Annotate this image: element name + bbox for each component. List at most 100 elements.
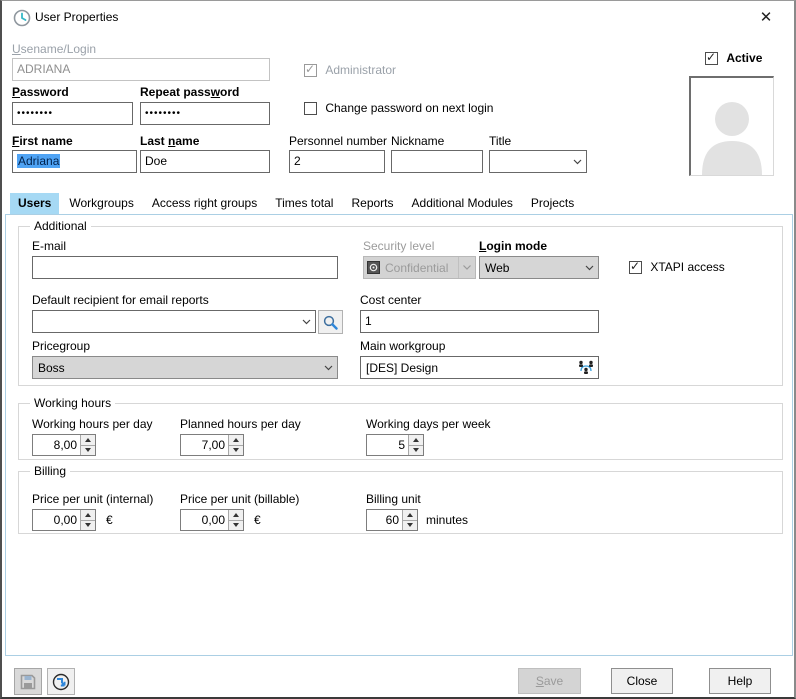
chevron-down-icon xyxy=(458,257,475,278)
first-name-label: First name xyxy=(12,134,73,148)
repeat-password-input[interactable]: •••••••• xyxy=(140,102,270,125)
cost-center-label: Cost center xyxy=(360,293,421,307)
save-toolbar-button[interactable] xyxy=(14,668,42,695)
chevron-down-icon xyxy=(580,265,598,271)
magnifier-icon xyxy=(323,315,338,330)
tab-additional-modules[interactable]: Additional Modules xyxy=(404,193,521,214)
price-billable-currency: € xyxy=(254,513,261,527)
xtapi-checkbox[interactable]: ✓ XTAPI access xyxy=(629,260,725,274)
working-hours-per-day-spinner[interactable]: 8,00 xyxy=(32,434,96,456)
change-password-label: Change password on next login xyxy=(325,101,493,115)
close-button[interactable]: Close xyxy=(611,668,673,694)
xtapi-label: XTAPI access xyxy=(650,260,724,274)
spin-down-icon[interactable] xyxy=(229,520,243,531)
chevron-down-icon xyxy=(568,159,586,165)
billing-unit-suffix: minutes xyxy=(426,513,468,527)
planned-hours-per-day-spinner[interactable]: 7,00 xyxy=(180,434,244,456)
personnel-number-input[interactable]: 2 xyxy=(289,150,385,173)
main-workgroup-input[interactable]: [DES] Design xyxy=(360,356,599,379)
nickname-input[interactable] xyxy=(391,150,483,173)
pricegroup-combo[interactable]: Boss xyxy=(32,356,338,379)
login-toolbar-button[interactable] xyxy=(47,668,75,695)
spin-up-icon[interactable] xyxy=(229,510,243,520)
circle-arrow-icon xyxy=(52,673,70,691)
working-days-per-week-spinner[interactable]: 5 xyxy=(366,434,424,456)
username-input: ADRIANA xyxy=(12,58,270,81)
tab-projects[interactable]: Projects xyxy=(523,193,582,214)
user-properties-dialog: { "window": { "title": "User Properties"… xyxy=(0,0,796,699)
working-hours-per-day-label: Working hours per day xyxy=(32,417,153,431)
spin-down-icon[interactable] xyxy=(409,445,423,456)
spin-up-icon[interactable] xyxy=(229,435,243,445)
app-clock-icon xyxy=(13,9,31,27)
active-label: Active xyxy=(726,51,762,65)
default-recipient-combo[interactable] xyxy=(32,310,316,333)
price-internal-label: Price per unit (internal) xyxy=(32,492,153,506)
email-input[interactable] xyxy=(32,256,338,279)
tab-users[interactable]: Users xyxy=(10,193,59,214)
help-button[interactable]: Help xyxy=(709,668,771,694)
change-password-checkbox[interactable]: ✓ Change password on next login xyxy=(304,101,493,115)
cost-center-input[interactable]: 1 xyxy=(360,310,599,333)
nickname-label: Nickname xyxy=(391,134,444,148)
tab-times-total[interactable]: Times total xyxy=(267,193,341,214)
spin-up-icon[interactable] xyxy=(403,510,417,520)
password-label: Password xyxy=(12,85,69,99)
safe-icon xyxy=(367,261,380,274)
chevron-down-icon xyxy=(319,365,337,371)
billing-unit-spinner[interactable]: 60 xyxy=(366,509,418,531)
additional-group-label: Additional xyxy=(30,219,91,233)
title-select[interactable] xyxy=(489,150,587,173)
price-billable-label: Price per unit (billable) xyxy=(180,492,299,506)
avatar xyxy=(689,76,774,176)
personnel-number-label: Personnel number xyxy=(289,134,387,148)
first-name-selected-text: Adriana xyxy=(17,154,60,168)
close-icon[interactable]: ✕ xyxy=(756,8,776,26)
password-input[interactable]: •••••••• xyxy=(12,102,133,125)
spin-down-icon[interactable] xyxy=(403,520,417,531)
working-days-per-week-label: Working days per week xyxy=(366,417,491,431)
repeat-password-label: Repeat password xyxy=(140,85,239,99)
last-name-input[interactable]: Doe xyxy=(140,150,270,173)
billing-unit-label: Billing unit xyxy=(366,492,421,506)
tab-bar: Users Workgroups Access right groups Tim… xyxy=(10,191,582,214)
working-hours-group-label: Working hours xyxy=(30,396,115,410)
person-silhouette-icon xyxy=(694,91,770,175)
first-name-input[interactable]: Adriana xyxy=(12,150,137,173)
title-bar: User Properties ✕ xyxy=(2,1,794,33)
active-checkbox[interactable]: ✓ Active xyxy=(705,51,762,65)
workgroup-hierarchy-icon[interactable] xyxy=(574,360,598,376)
tab-workgroups[interactable]: Workgroups xyxy=(61,193,141,214)
price-internal-spinner[interactable]: 0,00 xyxy=(32,509,96,531)
planned-hours-per-day-label: Planned hours per day xyxy=(180,417,301,431)
spin-up-icon[interactable] xyxy=(81,510,95,520)
security-level-label: Security level xyxy=(363,239,434,253)
recipient-search-button[interactable] xyxy=(318,310,343,334)
administrator-checkbox: ✓ Administrator xyxy=(304,63,396,77)
tab-reports[interactable]: Reports xyxy=(343,193,401,214)
pricegroup-label: Pricegroup xyxy=(32,339,90,353)
spin-up-icon[interactable] xyxy=(409,435,423,445)
price-billable-spinner[interactable]: 0,00 xyxy=(180,509,244,531)
spin-down-icon[interactable] xyxy=(81,445,95,456)
default-recipient-label: Default recipient for email reports xyxy=(32,293,209,307)
security-level-value: Confidential xyxy=(380,261,458,275)
last-name-label: Last name xyxy=(140,134,199,148)
save-button: Save xyxy=(518,668,581,694)
username-label: Usename/Login xyxy=(12,42,96,56)
login-mode-combo[interactable]: Web xyxy=(479,256,599,279)
spin-down-icon[interactable] xyxy=(229,445,243,456)
administrator-label: Administrator xyxy=(325,63,396,77)
login-mode-label: Login mode xyxy=(479,239,547,253)
chevron-down-icon xyxy=(297,319,315,325)
security-level-combo: Confidential xyxy=(363,256,476,279)
spin-down-icon[interactable] xyxy=(81,520,95,531)
billing-group-label: Billing xyxy=(30,464,70,478)
tab-access-right-groups[interactable]: Access right groups xyxy=(144,193,265,214)
main-workgroup-label: Main workgroup xyxy=(360,339,445,353)
floppy-save-icon xyxy=(20,674,36,690)
email-label: E-mail xyxy=(32,239,66,253)
title-label: Title xyxy=(489,134,511,148)
pricegroup-value: Boss xyxy=(33,361,319,375)
spin-up-icon[interactable] xyxy=(81,435,95,445)
